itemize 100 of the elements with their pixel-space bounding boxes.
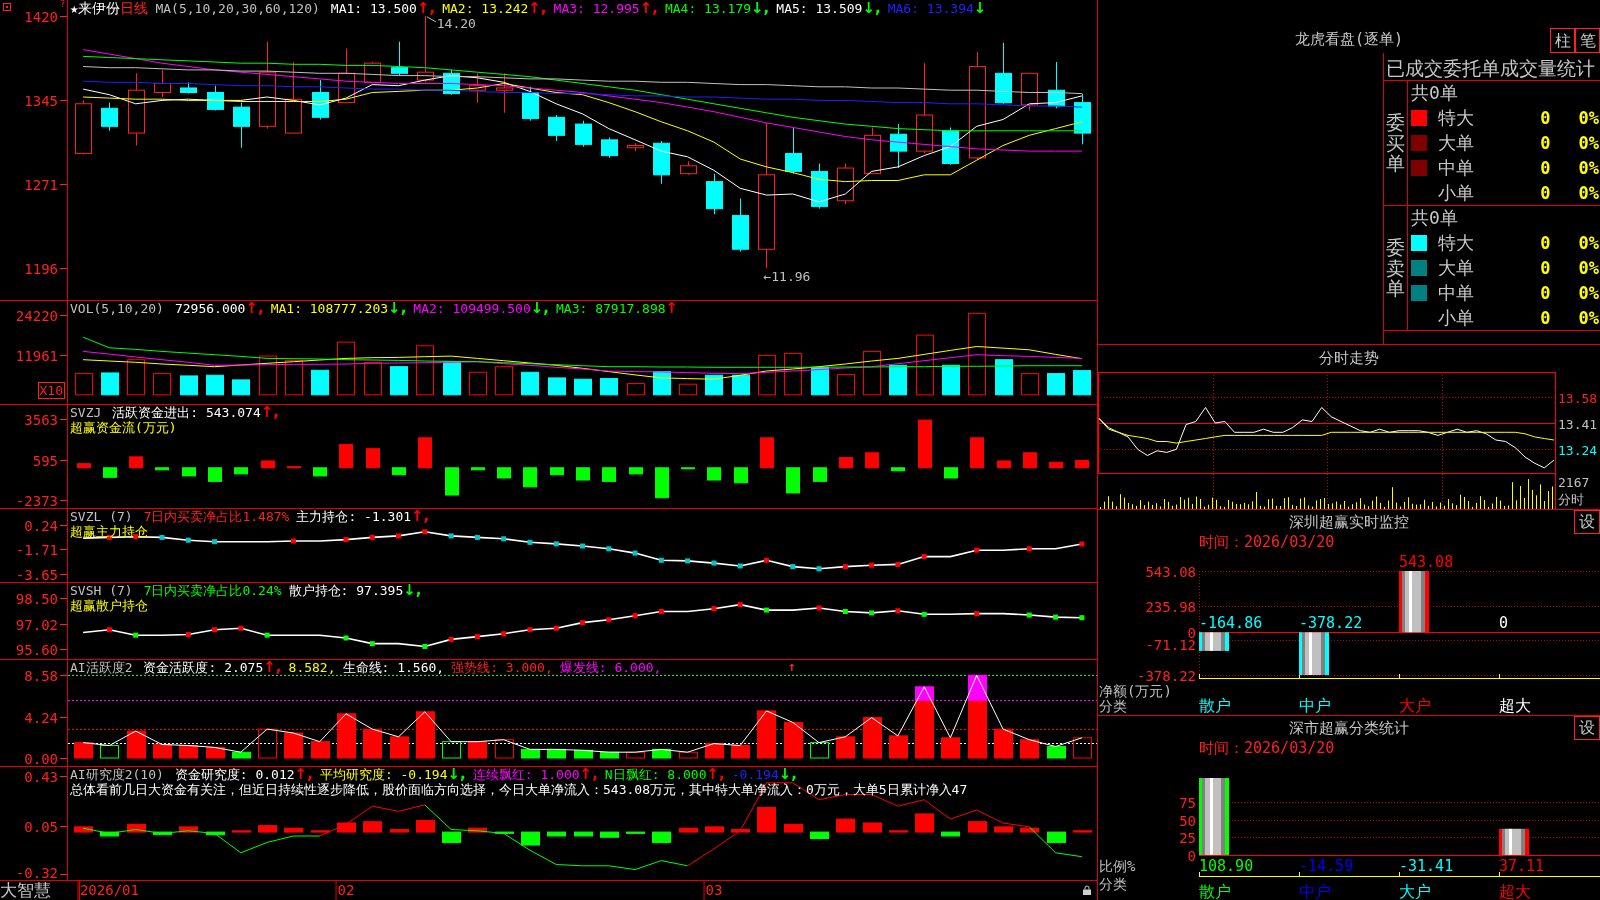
y-axis-label: 13.41 — [1558, 416, 1598, 432]
view-toggle-button[interactable]: 笔 — [1575, 28, 1600, 53]
date-label: 03 — [703, 881, 723, 900]
trend-arrow: ↑ — [665, 301, 679, 316]
y-axis-label: 0.24 — [24, 517, 58, 534]
volume-label: 分时 — [1558, 491, 1585, 508]
panel-title: 分时走势 — [1319, 349, 1379, 368]
date-label: 02 — [335, 881, 355, 900]
legend-value: MA2: 109499.500 — [413, 301, 531, 316]
candlestick — [575, 120, 592, 148]
y-axis-label: 8.58 — [24, 667, 58, 684]
order-total: 共0单 — [1411, 81, 1458, 106]
candlestick — [995, 42, 1012, 105]
legend-value: -0.194 — [731, 767, 779, 782]
y-axis-label: 0 — [1187, 847, 1196, 864]
axis-title: 分类 — [1099, 876, 1127, 892]
trend-arrow: ↑, — [706, 767, 725, 782]
candlestick — [811, 163, 828, 210]
value-label: -14.59 — [1299, 857, 1354, 875]
y-axis-label: 24220 — [15, 307, 58, 324]
indicator-name: SVSH (7) — [70, 583, 133, 598]
category-label: 大户 — [1399, 696, 1431, 715]
trend-arrow: ↑, — [579, 767, 598, 782]
value-label: 108.90 — [1199, 857, 1254, 875]
group-label: 委买单 — [1386, 111, 1405, 175]
order-size-label: 大单 — [1438, 256, 1474, 280]
axis-title: 比例% — [1099, 858, 1136, 874]
panel-subtitle: 超赢资金流(万元) — [70, 420, 177, 435]
y-axis-label: 3563 — [24, 411, 58, 428]
legend-value: MA5: 13.509 — [776, 1, 863, 16]
candlestick — [890, 123, 907, 169]
y-axis-label: 50 — [1179, 812, 1196, 829]
candlestick — [1074, 93, 1091, 145]
candlestick — [101, 102, 118, 132]
y-axis-label: -1.71 — [15, 541, 58, 558]
category-label: 中户 — [1299, 696, 1331, 715]
trend-arrow: ↓, — [530, 301, 550, 316]
trend-arrow: ↓, — [447, 767, 466, 782]
value-label: -31.41 — [1399, 857, 1454, 875]
trend-arrow: ↑, — [260, 405, 280, 420]
order-share: 0% — [1578, 307, 1599, 328]
legend-value: 7日内买卖净占比1.487% — [143, 509, 290, 524]
legend-value: 平均研究度: -0.194 — [319, 767, 448, 782]
unit-label: X10 — [37, 382, 65, 399]
candlestick — [548, 114, 565, 142]
panel-subtitle: 超赢散户持仓 — [70, 598, 148, 613]
candlestick — [180, 81, 197, 95]
trend-arrow: ↑, — [294, 767, 313, 782]
y-axis-label: 1196 — [24, 260, 58, 277]
y-axis-label: 4.24 — [24, 709, 58, 726]
candlestick — [1048, 61, 1065, 109]
y-axis-label: -0.32 — [15, 865, 58, 880]
legend-value: 资金研究度: 0.012 — [174, 767, 295, 782]
candlestick — [338, 48, 355, 104]
order-count: 0 — [1540, 182, 1551, 203]
category-label: 超大 — [1499, 696, 1531, 715]
y-axis-label: -3.65 — [15, 566, 58, 582]
category-label: 超大 — [1499, 882, 1531, 900]
date-label: 2026/01 — [77, 881, 139, 900]
value-label: -164.86 — [1199, 614, 1263, 633]
y-axis-label: 235.98 — [1145, 598, 1196, 615]
indicator-name: MA(5,10,20,30,60,120) — [155, 1, 320, 16]
trend-arrow: ↑, — [416, 1, 436, 16]
indicator-name: SVZL (7) — [70, 509, 133, 524]
candlestick — [522, 86, 539, 122]
order-share: 0% — [1578, 108, 1599, 129]
legend-value: MA3: 12.995 — [553, 1, 640, 16]
order-share: 0% — [1578, 133, 1599, 153]
axis-title: 分类 — [1099, 698, 1127, 714]
signal-mark: ↑ — [788, 659, 796, 674]
legend-value: MA4: 13.179 — [664, 1, 752, 16]
order-count: 0 — [1540, 108, 1551, 129]
legend-value: 主力持仓: -1.301 — [296, 509, 412, 524]
table-title: 已成交委托单成交量统计 — [1386, 56, 1595, 79]
settings-button[interactable]: 设 — [1574, 510, 1600, 534]
order-share: 0% — [1578, 182, 1599, 203]
stock-name: ★来伊份 — [70, 1, 121, 16]
order-size-label: 中单 — [1438, 280, 1474, 305]
candlestick — [680, 160, 697, 176]
y-axis-label: 1420 — [24, 8, 58, 25]
y-axis-label: 0.05 — [24, 818, 58, 835]
timestamp: 时间：2026/03/20 — [1199, 534, 1335, 551]
view-toggle-button[interactable]: 柱 — [1550, 28, 1575, 53]
timestamp: 时间：2026/03/20 — [1199, 740, 1335, 757]
panel-subtitle: 超赢主力持仓 — [70, 524, 148, 539]
y-axis-label: 0 — [1187, 624, 1196, 641]
period-label: 日线 — [120, 1, 149, 16]
order-count: 0 — [1540, 233, 1551, 254]
candlestick — [732, 198, 749, 252]
trend-arrow: ↑, — [528, 1, 547, 16]
settings-button[interactable]: 设 — [1574, 716, 1600, 740]
y-axis-label: 595 — [32, 452, 58, 469]
order-size-label: 小单 — [1438, 180, 1474, 205]
category-label: 散户 — [1199, 696, 1231, 715]
candlestick — [1021, 72, 1038, 112]
trend-arrow: ↓ — [973, 1, 987, 16]
order-count: 0 — [1540, 133, 1551, 153]
panel-title: 龙虎看盘(逐单) — [1294, 30, 1404, 50]
group-label: 委卖单 — [1386, 236, 1405, 300]
y-axis-label: 543.08 — [1145, 563, 1196, 580]
